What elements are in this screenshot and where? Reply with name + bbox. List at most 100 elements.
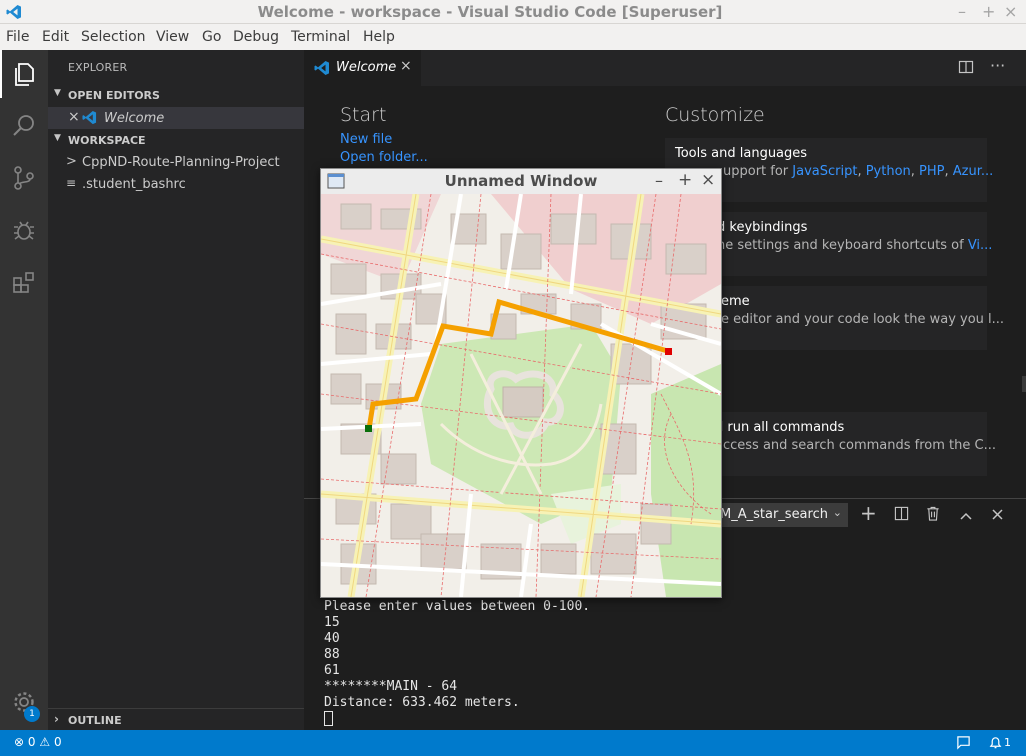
warning-count: 0 xyxy=(53,735,62,749)
open-editor-item-welcome[interactable]: × Welcome xyxy=(48,107,304,129)
menu-selection[interactable]: Selection xyxy=(81,29,146,45)
explorer-sidebar: EXPLORER ▼ OPEN EDITORS × Welcome ▼ WORK… xyxy=(48,50,304,730)
close-panel-icon[interactable] xyxy=(991,506,1004,525)
outline-section[interactable]: › OUTLINE xyxy=(48,708,304,730)
open-folder-link[interactable]: Open folder... xyxy=(340,150,428,165)
map-window-titlebar[interactable]: Unnamed Window – + × xyxy=(321,169,721,193)
menu-terminal[interactable]: Terminal xyxy=(291,29,350,45)
vscode-file-icon xyxy=(82,110,97,129)
open-editors-label: OPEN EDITORS xyxy=(68,89,160,102)
card-title: d run all commands xyxy=(715,420,845,435)
terminal-line: 88 xyxy=(324,647,340,662)
trash-icon[interactable] xyxy=(926,506,940,525)
close-window-button[interactable]: × xyxy=(1004,2,1017,21)
close-map-button[interactable]: × xyxy=(701,170,715,190)
notifications-icon[interactable] xyxy=(988,735,1003,753)
feedback-icon[interactable] xyxy=(956,735,971,753)
card-desc-text: he settings and keyboard shortcuts of xyxy=(717,238,968,253)
javascript-link[interactable]: JavaScript xyxy=(792,164,857,179)
warning-icon: ⚠ xyxy=(39,735,51,749)
map-window[interactable]: Unnamed Window – + × xyxy=(320,168,722,598)
extensions-activity-button[interactable] xyxy=(0,258,48,306)
more-actions-icon[interactable]: ··· xyxy=(990,56,1005,75)
terminal-line: 15 xyxy=(324,615,340,630)
terminal-line: ********MAIN - 64 xyxy=(324,679,458,694)
route-end-marker xyxy=(665,348,672,355)
scrollbar-thumb[interactable] xyxy=(1022,376,1026,392)
card-desc-text: upport for xyxy=(723,164,793,179)
card-description: he settings and keyboard shortcuts of Vi… xyxy=(717,238,992,253)
split-editor-icon[interactable] xyxy=(958,59,974,79)
sidebar-header: EXPLORER xyxy=(68,61,128,74)
open-editors-section[interactable]: ▼ OPEN EDITORS xyxy=(48,84,304,106)
manage-activity-button[interactable] xyxy=(0,678,48,726)
menu-bar: File Edit Selection View Go Debug Termin… xyxy=(0,24,1026,50)
azure-link[interactable]: Azur... xyxy=(953,164,994,179)
menu-file[interactable]: File xyxy=(6,29,29,45)
card-description: access and search commands from the C... xyxy=(715,438,996,453)
start-heading: Start xyxy=(340,104,387,126)
workspace-section[interactable]: ▼ WORKSPACE xyxy=(48,129,304,151)
terminal-line: Please enter values between 0-100. xyxy=(324,599,591,614)
new-file-link[interactable]: New file xyxy=(340,132,392,147)
card-description: upport for JavaScript, Python, PHP, Azur… xyxy=(723,164,994,179)
customize-heading: Customize xyxy=(665,104,765,126)
terminal-selector-dropdown[interactable]: M_A_star_search ⌄ xyxy=(716,503,848,527)
route-start-marker xyxy=(365,425,372,432)
debug-activity-button[interactable] xyxy=(0,206,48,254)
source-control-icon xyxy=(14,166,34,190)
maximize-map-button[interactable]: + xyxy=(678,170,692,190)
window-titlebar: Welcome - workspace - Visual Studio Code… xyxy=(0,0,1026,24)
route-map[interactable] xyxy=(321,194,721,597)
problems-status[interactable]: ⊗ 0 ⚠ 0 xyxy=(14,735,62,749)
explorer-activity-button[interactable] xyxy=(0,50,48,98)
file-label: .student_bashrc xyxy=(82,177,186,192)
file-lines-icon: ≡ xyxy=(66,176,77,190)
source-control-activity-button[interactable] xyxy=(0,154,48,202)
maximize-panel-icon[interactable] xyxy=(959,507,973,526)
card-title: eme xyxy=(721,294,750,309)
close-tab-icon[interactable]: × xyxy=(400,58,412,74)
minimize-window-button[interactable]: – xyxy=(958,2,966,21)
menu-help[interactable]: Help xyxy=(363,29,395,45)
files-icon xyxy=(15,63,34,86)
php-link[interactable]: PHP xyxy=(919,164,944,179)
vim-link[interactable]: Vi... xyxy=(968,238,993,253)
terminal-line: 61 xyxy=(324,663,340,678)
terminal-cursor xyxy=(324,711,333,726)
chevron-right-icon: › xyxy=(54,712,59,726)
chevron-down-icon: ▼ xyxy=(54,133,61,143)
active-indicator xyxy=(0,50,2,98)
folder-label: CppND-Route-Planning-Project xyxy=(82,155,280,170)
menu-edit[interactable]: Edit xyxy=(42,29,69,45)
split-terminal-icon[interactable] xyxy=(894,506,909,525)
menu-debug[interactable]: Debug xyxy=(233,29,279,45)
tree-item-file[interactable]: ≡ .student_bashrc xyxy=(48,173,304,195)
chevron-down-icon: ▼ xyxy=(54,88,61,98)
menu-go[interactable]: Go xyxy=(202,29,221,45)
tab-label: Welcome xyxy=(336,60,397,75)
error-icon: ⊗ xyxy=(14,735,25,749)
chevron-down-icon: ⌄ xyxy=(832,506,842,519)
maximize-window-button[interactable]: + xyxy=(982,2,995,21)
menu-view[interactable]: View xyxy=(156,29,189,45)
settings-update-badge: 1 xyxy=(24,706,40,722)
python-link[interactable]: Python xyxy=(866,164,911,179)
open-editor-label: Welcome xyxy=(104,111,165,126)
new-terminal-icon[interactable]: + xyxy=(860,501,877,525)
terminal-output[interactable]: Please enter values between 0-100. 15 40 88… xyxy=(324,599,590,728)
card-description: e editor and your code look the way you … xyxy=(721,312,1005,327)
editor-tab-bar: Welcome × ··· xyxy=(304,50,1026,86)
window-app-icon xyxy=(327,173,345,193)
activity-bar xyxy=(0,50,48,730)
extensions-icon xyxy=(13,272,34,293)
tab-welcome[interactable]: Welcome × xyxy=(304,50,421,86)
window-title: Welcome - workspace - Visual Studio Code… xyxy=(257,3,723,21)
close-editor-icon[interactable]: × xyxy=(68,109,80,125)
terminal-line: Distance: 633.462 meters. xyxy=(324,695,520,710)
map-window-title: Unnamed Window xyxy=(444,172,598,190)
notification-count: 1 xyxy=(1004,736,1011,749)
tree-item-folder[interactable]: > CppND-Route-Planning-Project xyxy=(48,151,304,173)
search-activity-button[interactable] xyxy=(0,102,48,150)
minimize-map-button[interactable]: – xyxy=(655,171,663,190)
